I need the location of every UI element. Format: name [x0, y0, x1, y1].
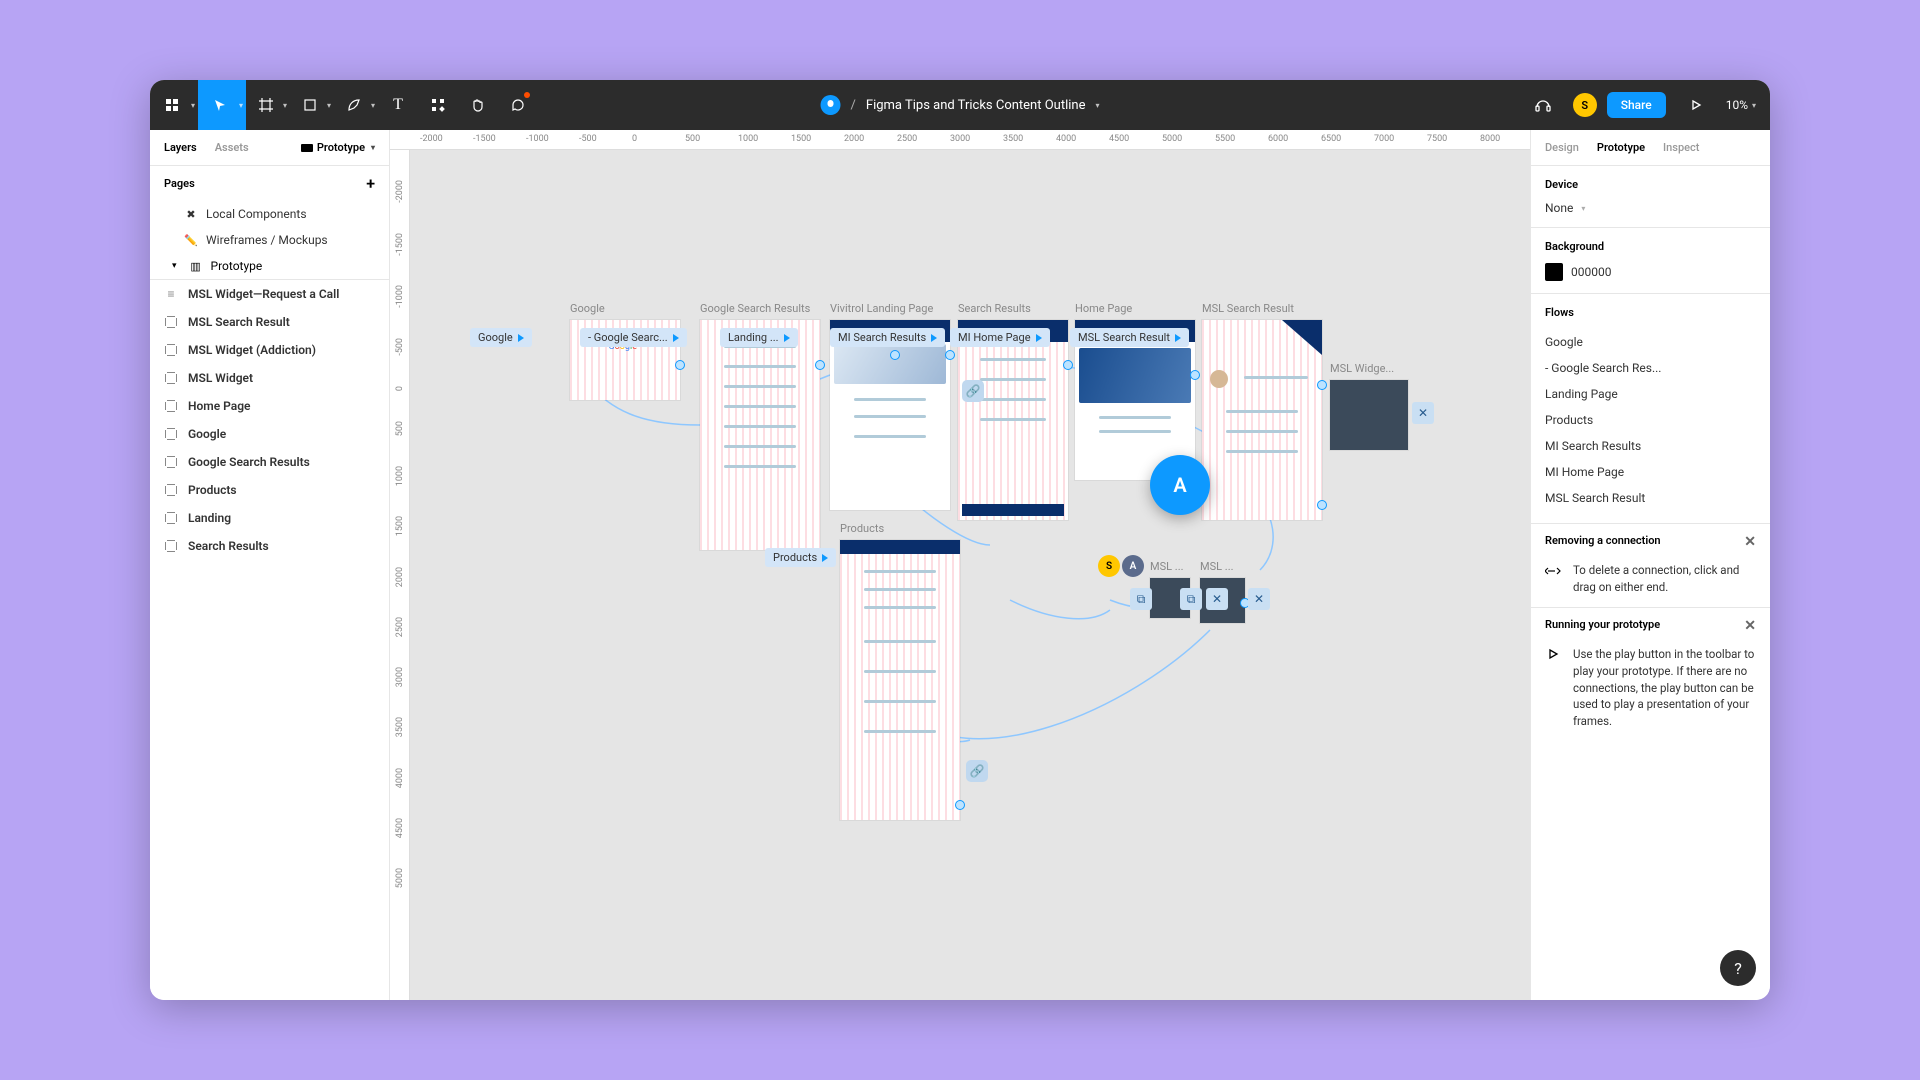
layer-item[interactable]: Home Page	[150, 392, 389, 420]
tip1-body: To delete a connection, click and drag o…	[1573, 562, 1756, 595]
page-item[interactable]: ✖Local Components	[150, 201, 389, 227]
frame-tool[interactable]	[246, 80, 286, 130]
tab-assets[interactable]: Assets	[215, 141, 249, 154]
present-button[interactable]	[1676, 80, 1716, 130]
audio-button[interactable]	[1523, 80, 1563, 130]
background-header: Background	[1545, 240, 1756, 253]
flow-start-tag[interactable]: Products	[765, 548, 836, 567]
copy-icon[interactable]: ⧉	[1130, 588, 1152, 610]
layer-item[interactable]: MSL Widget	[150, 364, 389, 392]
device-select[interactable]: None ▾	[1545, 201, 1756, 215]
left-panel: Layers Assets Prototype▾ Pages + ✖Local …	[150, 130, 390, 1000]
shape-tool[interactable]	[290, 80, 330, 130]
zoom-control[interactable]: 10%▾	[1726, 98, 1756, 112]
flow-start-tag[interactable]: Landing ...	[720, 328, 798, 347]
user-avatar[interactable]: S	[1573, 93, 1597, 117]
flow-link[interactable]: - Google Search Res...	[1545, 355, 1756, 381]
layer-item[interactable]: Google	[150, 420, 389, 448]
play-icon	[1545, 648, 1561, 729]
close-icon[interactable]: ✕	[1206, 588, 1228, 610]
layer-item[interactable]: ≡MSL Widget—Request a Call	[150, 280, 389, 308]
add-page-button[interactable]: +	[366, 174, 375, 193]
close-icon[interactable]: ✕	[1412, 402, 1434, 424]
layer-item[interactable]: MSL Search Result	[150, 308, 389, 336]
frame-search-results[interactable]: Search Results 🔗	[958, 320, 1068, 520]
frame-products[interactable]: Products 🔗	[840, 540, 960, 820]
presence-cursors-small: S A	[1098, 555, 1144, 577]
tip2-header: Running your prototype	[1545, 618, 1660, 634]
frame-vivitrol-landing[interactable]: Vivitrol Landing Page	[830, 320, 950, 510]
flow-link[interactable]: Google	[1545, 329, 1756, 355]
comment-tool[interactable]	[498, 80, 538, 130]
close-icon[interactable]: ✕	[1744, 618, 1756, 634]
flow-start-tag[interactable]: MI Home Page	[950, 328, 1050, 347]
page-item[interactable]: ▾▥Prototype	[150, 253, 389, 279]
flows-header: Flows	[1545, 306, 1756, 319]
team-icon[interactable]	[821, 95, 841, 115]
right-panel: Design Prototype Inspect Device None ▾ B…	[1530, 130, 1770, 1000]
flow-link[interactable]: MSL Search Result	[1545, 485, 1756, 511]
flow-link[interactable]: MI Search Results	[1545, 433, 1756, 459]
tab-design[interactable]: Design	[1545, 141, 1579, 154]
flow-link[interactable]: Landing Page	[1545, 381, 1756, 407]
document-title-chevron[interactable]: ▾	[1095, 101, 1099, 110]
close-icon[interactable]: ✕	[1744, 534, 1756, 550]
frame-msl-widget[interactable]: MSL Widge...	[1330, 380, 1408, 450]
help-button[interactable]: ?	[1720, 950, 1756, 986]
frame-msl-search-result[interactable]: MSL Search Result	[1202, 320, 1322, 520]
layer-item[interactable]: Google Search Results	[150, 448, 389, 476]
flow-start-tag[interactable]: - Google Searc...	[580, 328, 687, 347]
share-button[interactable]: Share	[1607, 92, 1666, 118]
layer-item[interactable]: Search Results	[150, 532, 389, 560]
device-header: Device	[1545, 178, 1756, 191]
document-title[interactable]: Figma Tips and Tricks Content Outline	[866, 98, 1086, 113]
tip2-body: Use the play button in the toolbar to pl…	[1573, 646, 1756, 729]
pen-tool[interactable]	[334, 80, 374, 130]
layer-item[interactable]: MSL Widget (Addiction)	[150, 336, 389, 364]
tab-prototype-left[interactable]: Prototype▾	[301, 141, 375, 154]
flow-start-tag[interactable]: Google	[470, 328, 532, 347]
hand-tool[interactable]	[458, 80, 498, 130]
ruler-horizontal: -2000-1500-1000-500050010001500200025003…	[390, 130, 1530, 150]
ruler-vertical: -2000-1500-1000-500050010001500200025003…	[390, 150, 410, 1000]
flow-link[interactable]: Products	[1545, 407, 1756, 433]
tab-inspect[interactable]: Inspect	[1663, 141, 1699, 154]
canvas[interactable]: -2000-1500-1000-500050010001500200025003…	[390, 130, 1530, 1000]
move-tool[interactable]	[198, 80, 242, 130]
layer-item[interactable]: Products	[150, 476, 389, 504]
main-menu-button[interactable]	[150, 80, 194, 130]
zoom-value: 10%	[1726, 98, 1748, 112]
text-tool[interactable]: T	[378, 80, 418, 130]
flow-start-tag[interactable]: MSL Search Result	[1070, 328, 1189, 347]
flow-link[interactable]: MI Home Page	[1545, 459, 1756, 485]
close-icon[interactable]: ✕	[1248, 588, 1270, 610]
presence-cursor-a: A	[1150, 455, 1210, 515]
link-icon: 🔗	[962, 380, 984, 402]
comment-notification-dot	[524, 92, 530, 98]
link-icon: 🔗	[966, 760, 988, 782]
resources-tool[interactable]	[418, 80, 458, 130]
page-item[interactable]: ✏️Wireframes / Mockups	[150, 227, 389, 253]
flow-start-tag[interactable]: MI Search Results	[830, 328, 945, 347]
tip1-header: Removing a connection	[1545, 534, 1661, 550]
tab-prototype-right[interactable]: Prototype	[1597, 141, 1645, 154]
color-swatch	[1545, 263, 1563, 281]
tab-layers[interactable]: Layers	[164, 141, 197, 154]
toolbar: ▾ ▾ ▾ ▾ ▾ T	[150, 80, 1770, 130]
layer-item[interactable]: Landing	[150, 504, 389, 532]
copy-icon[interactable]: ⧉	[1180, 588, 1202, 610]
delete-connection-icon	[1545, 564, 1561, 595]
background-color[interactable]: 000000	[1545, 263, 1756, 281]
pages-header: Pages	[164, 177, 195, 190]
frame-google-search-results[interactable]: Google Search Results	[700, 320, 820, 550]
